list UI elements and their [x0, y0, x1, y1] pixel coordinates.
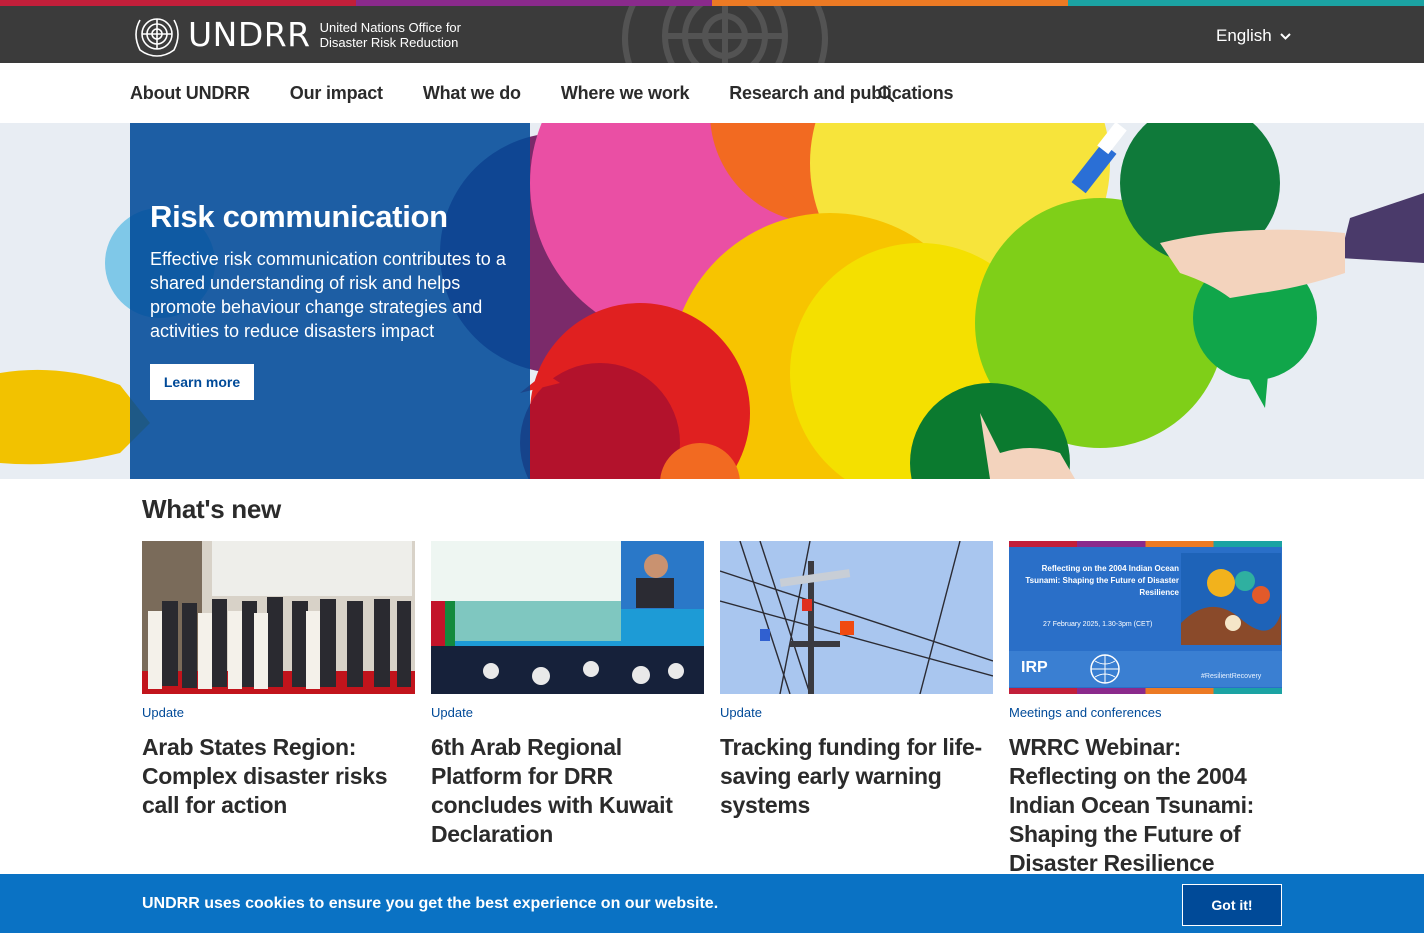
logo-subtitle: United Nations Office for Disaster Risk …	[319, 20, 461, 50]
hero-text-panel: Risk communication Effective risk commun…	[130, 123, 530, 479]
news-card[interactable]: Update 6th Arab Regional Platform for DR…	[431, 541, 704, 849]
cookie-message: UNDRR uses cookies to ensure you get the…	[142, 895, 719, 912]
hero-banner: Risk communication Effective risk commun…	[0, 123, 1424, 479]
nav-item-about[interactable]: About UNDRR	[130, 83, 250, 104]
news-card[interactable]: Reflecting on the 2004 Indian Ocean Tsun…	[1009, 541, 1282, 878]
card-image-org: IRP	[1021, 659, 1048, 676]
nav-item-what-we-do[interactable]: What we do	[423, 83, 521, 104]
card-image-date: 27 February 2025, 1.30-3pm (CET)	[1043, 621, 1153, 628]
news-card-tag: Update	[720, 705, 762, 720]
news-card-image	[720, 541, 993, 694]
language-label: English	[1216, 26, 1272, 45]
news-card-image: Reflecting on the 2004 Indian Ocean Tsun…	[1009, 541, 1282, 694]
news-card-title[interactable]: Tracking funding for life-saving early w…	[720, 733, 993, 820]
news-card-title[interactable]: WRRC Webinar: Reflecting on the 2004 Ind…	[1009, 733, 1282, 878]
news-card-tag: Update	[431, 705, 473, 720]
card-image-top-stripe	[1009, 541, 1282, 547]
globe-icon	[1090, 654, 1120, 684]
news-card-title[interactable]: Arab States Region: Complex disaster ris…	[142, 733, 415, 820]
card-image-heading: Reflecting on the 2004 Indian Ocean Tsun…	[1025, 564, 1179, 597]
cookie-accept-button[interactable]: Got it!	[1182, 884, 1282, 926]
news-card-tag: Update	[142, 705, 184, 720]
nav-item-our-impact[interactable]: Our impact	[290, 83, 383, 104]
nav-item-where-we-work[interactable]: Where we work	[561, 83, 690, 104]
main-navigation: About UNDRR Our impact What we do Where …	[0, 63, 1424, 123]
search-icon[interactable]	[877, 85, 895, 103]
language-selector[interactable]: English	[1216, 26, 1291, 46]
news-card-tag: Meetings and conferences	[1009, 705, 1162, 720]
news-card[interactable]: Update Tracking funding for life-saving …	[720, 541, 993, 820]
news-card-image	[142, 541, 415, 694]
whats-new-heading: What's new	[142, 494, 281, 524]
nav-item-research[interactable]: Research and publications	[729, 83, 953, 104]
un-emblem-icon	[135, 18, 179, 57]
card-image-logo-strip	[1009, 651, 1282, 687]
site-header: UNDRR United Nations Office for Disaster…	[0, 6, 1424, 63]
undrr-logo[interactable]: UNDRR United Nations Office for Disaster…	[130, 12, 480, 58]
card-image-hashtag: #ResilientRecovery	[1201, 673, 1262, 680]
learn-more-button[interactable]: Learn more	[150, 364, 254, 400]
news-card-image	[431, 541, 704, 694]
tsunami-artwork-icon	[1181, 553, 1281, 645]
chevron-down-icon	[1280, 32, 1291, 40]
logo-acronym: UNDRR	[188, 15, 311, 54]
cookie-banner: UNDRR uses cookies to ensure you get the…	[0, 874, 1424, 933]
news-card[interactable]: Update Arab States Region: Complex disas…	[142, 541, 415, 820]
card-image-bottom-stripe	[1009, 688, 1282, 694]
hero-description: Effective risk communication contributes…	[150, 249, 506, 341]
hero-title: Risk communication	[150, 199, 448, 234]
un-emblem-watermark-icon	[622, 6, 828, 63]
news-card-title[interactable]: 6th Arab Regional Platform for DRR concl…	[431, 733, 704, 849]
